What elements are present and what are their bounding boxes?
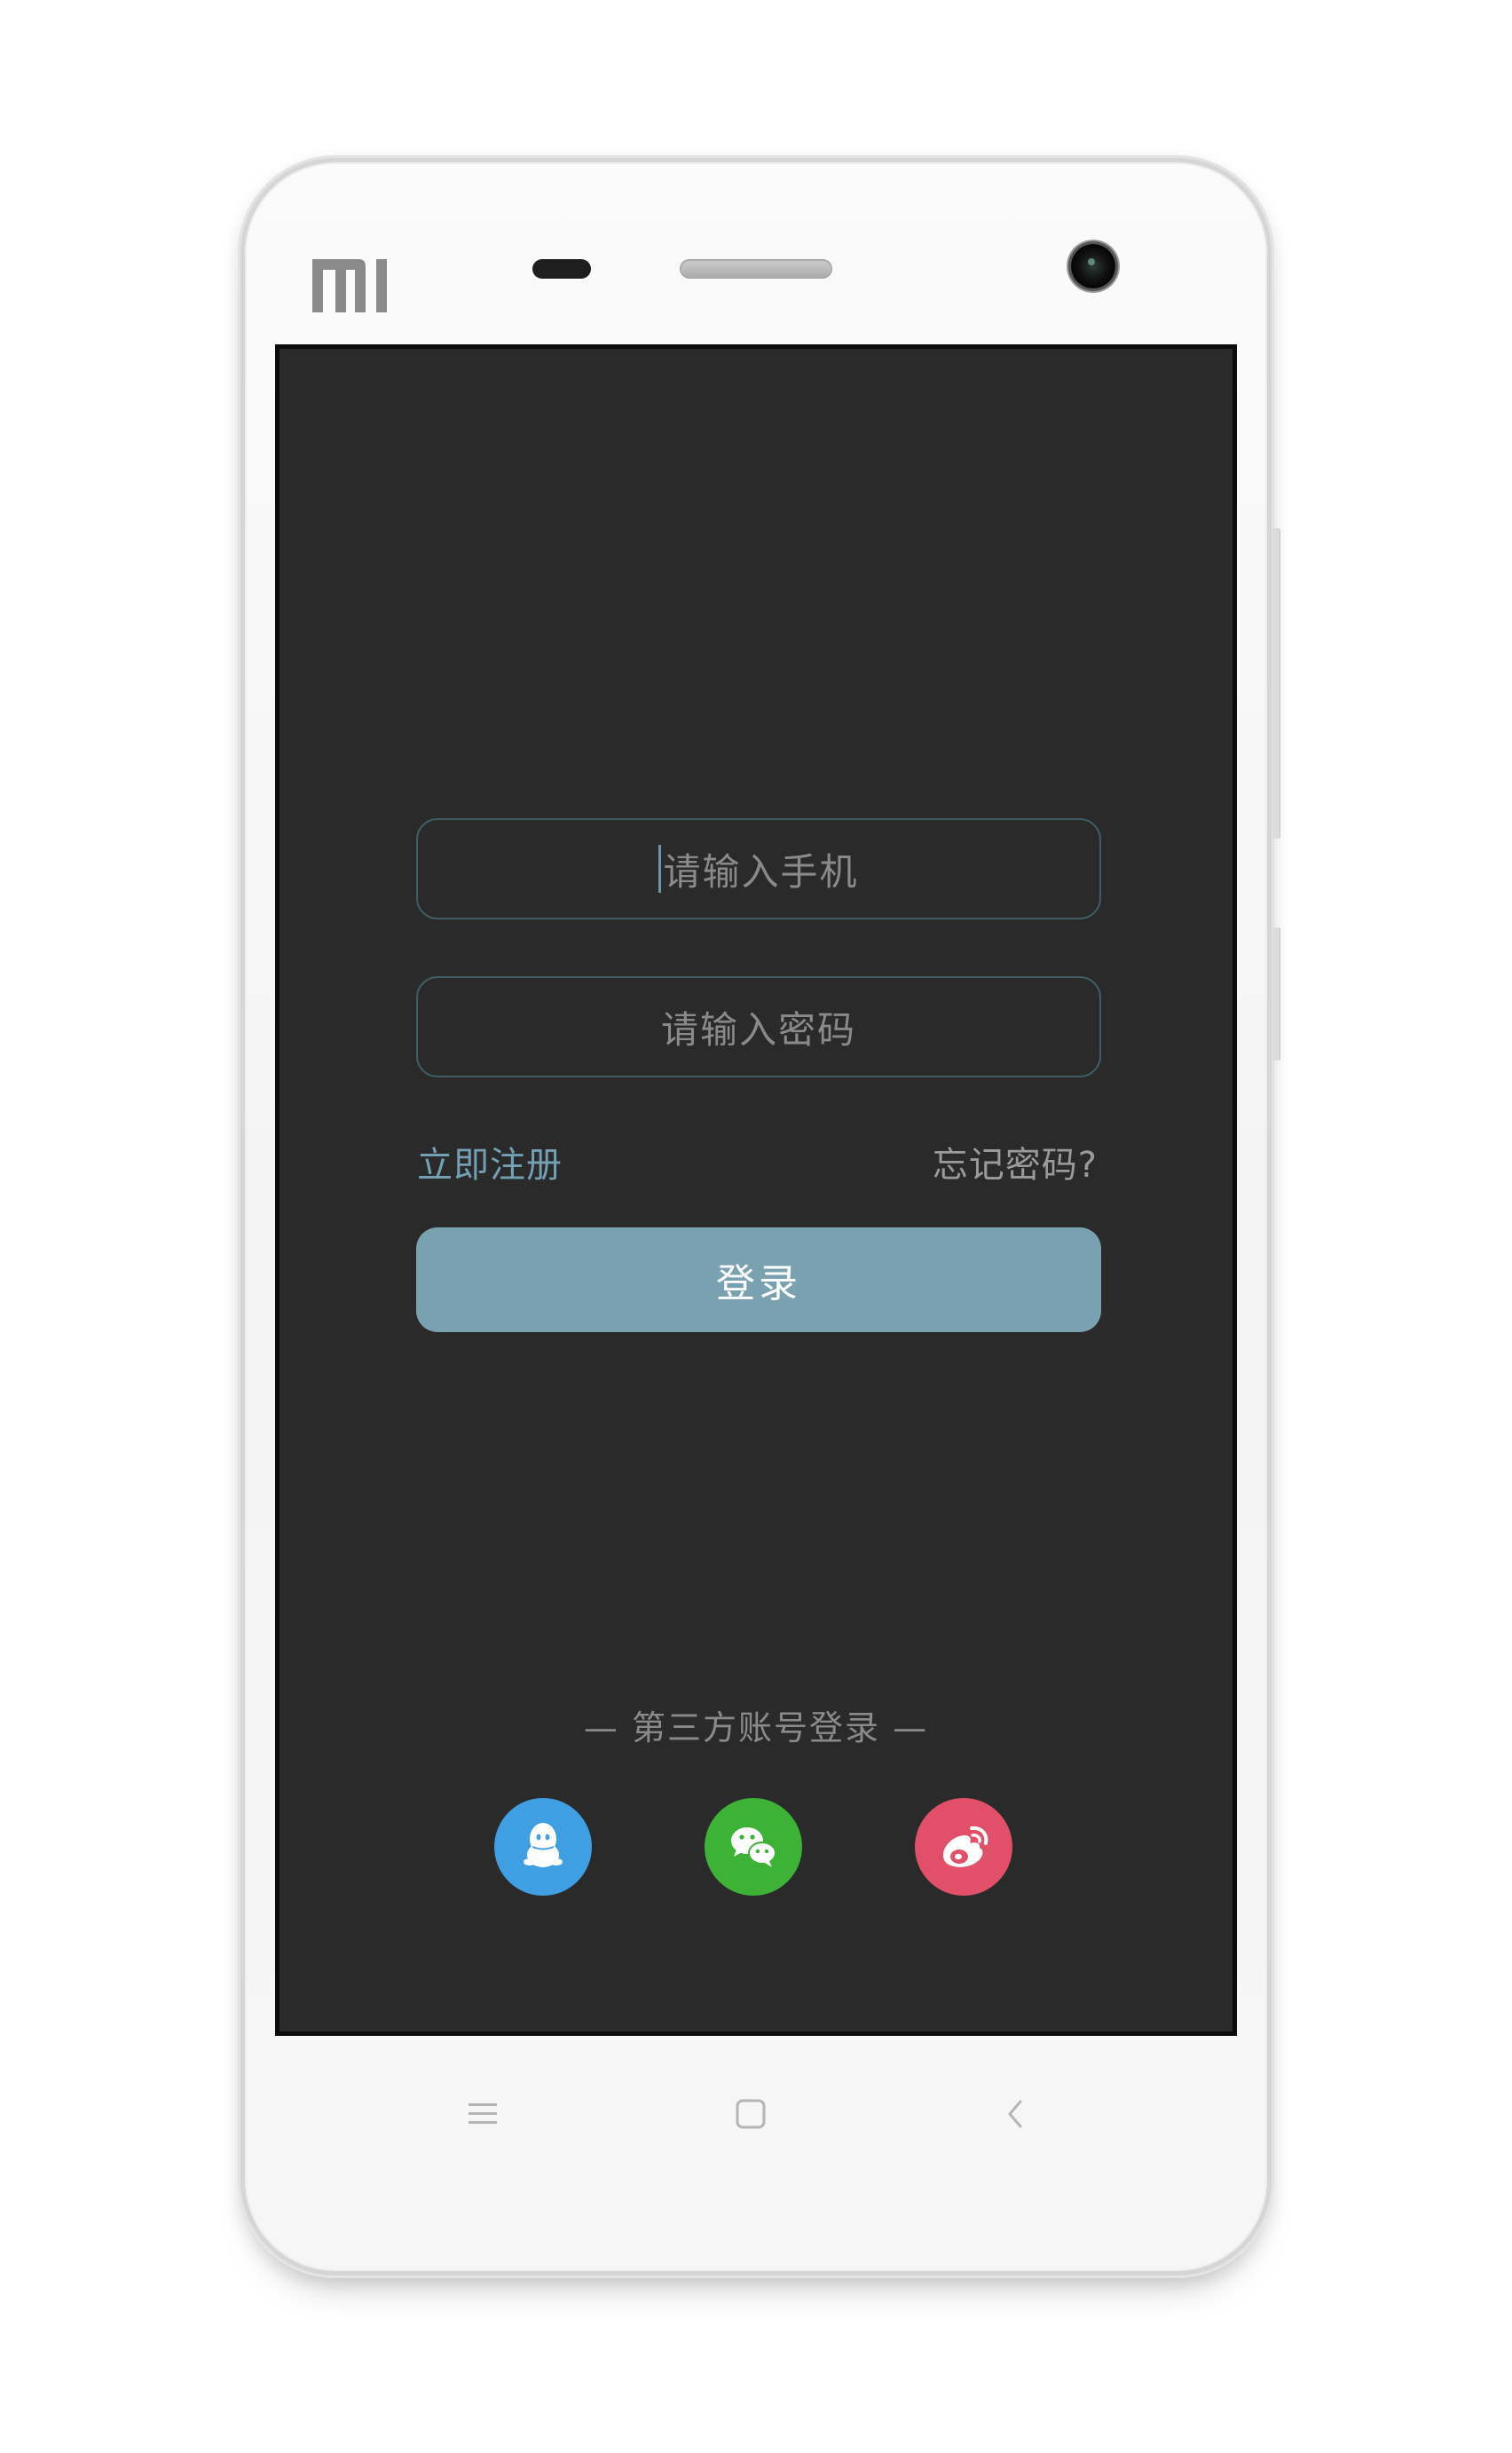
back-icon xyxy=(1008,2100,1022,2128)
weibo-login-button[interactable] xyxy=(915,1798,1012,1896)
qq-icon xyxy=(524,1823,563,1867)
phone-input[interactable]: 请输入手机 xyxy=(416,818,1101,919)
canvas: 请输入手机 请输入密码 立即注册 忘记密码? 登录 — 第三方账号登录 — xyxy=(0,0,1512,2453)
mi-logo-icon xyxy=(312,259,387,312)
proximity-sensor xyxy=(532,259,591,279)
password-input-placeholder: 请输入密码 xyxy=(660,1007,856,1052)
menu-nav-button[interactable] xyxy=(456,2087,509,2141)
login-button[interactable]: 登录 xyxy=(416,1227,1101,1332)
menu-icon xyxy=(469,2103,497,2124)
register-link[interactable]: 立即注册 xyxy=(417,1136,563,1187)
front-camera xyxy=(1071,244,1115,288)
text-caret xyxy=(658,845,662,893)
wechat-login-button[interactable] xyxy=(705,1798,802,1896)
volume-button xyxy=(1272,528,1280,839)
forgot-password-link[interactable]: 忘记密码? xyxy=(933,1136,1098,1187)
wechat-icon xyxy=(731,1827,776,1867)
third-party-login-title: — 第三方账号登录 — xyxy=(583,1708,929,1747)
phone-frame: 请输入手机 请输入密码 立即注册 忘记密码? 登录 — 第三方账号登录 — xyxy=(238,155,1280,2278)
back-nav-button[interactable] xyxy=(988,2087,1042,2141)
screen: 请输入手机 请输入密码 立即注册 忘记密码? 登录 — 第三方账号登录 — xyxy=(275,344,1237,2036)
weibo-icon xyxy=(943,1826,988,1867)
home-nav-button[interactable] xyxy=(724,2087,777,2141)
phone-input-placeholder: 请输入手机 xyxy=(663,849,859,894)
earpiece-speaker xyxy=(680,259,832,279)
power-button xyxy=(1272,927,1280,1061)
qq-login-button[interactable] xyxy=(494,1798,592,1896)
home-icon xyxy=(736,2099,766,2129)
password-input[interactable]: 请输入密码 xyxy=(416,976,1101,1077)
